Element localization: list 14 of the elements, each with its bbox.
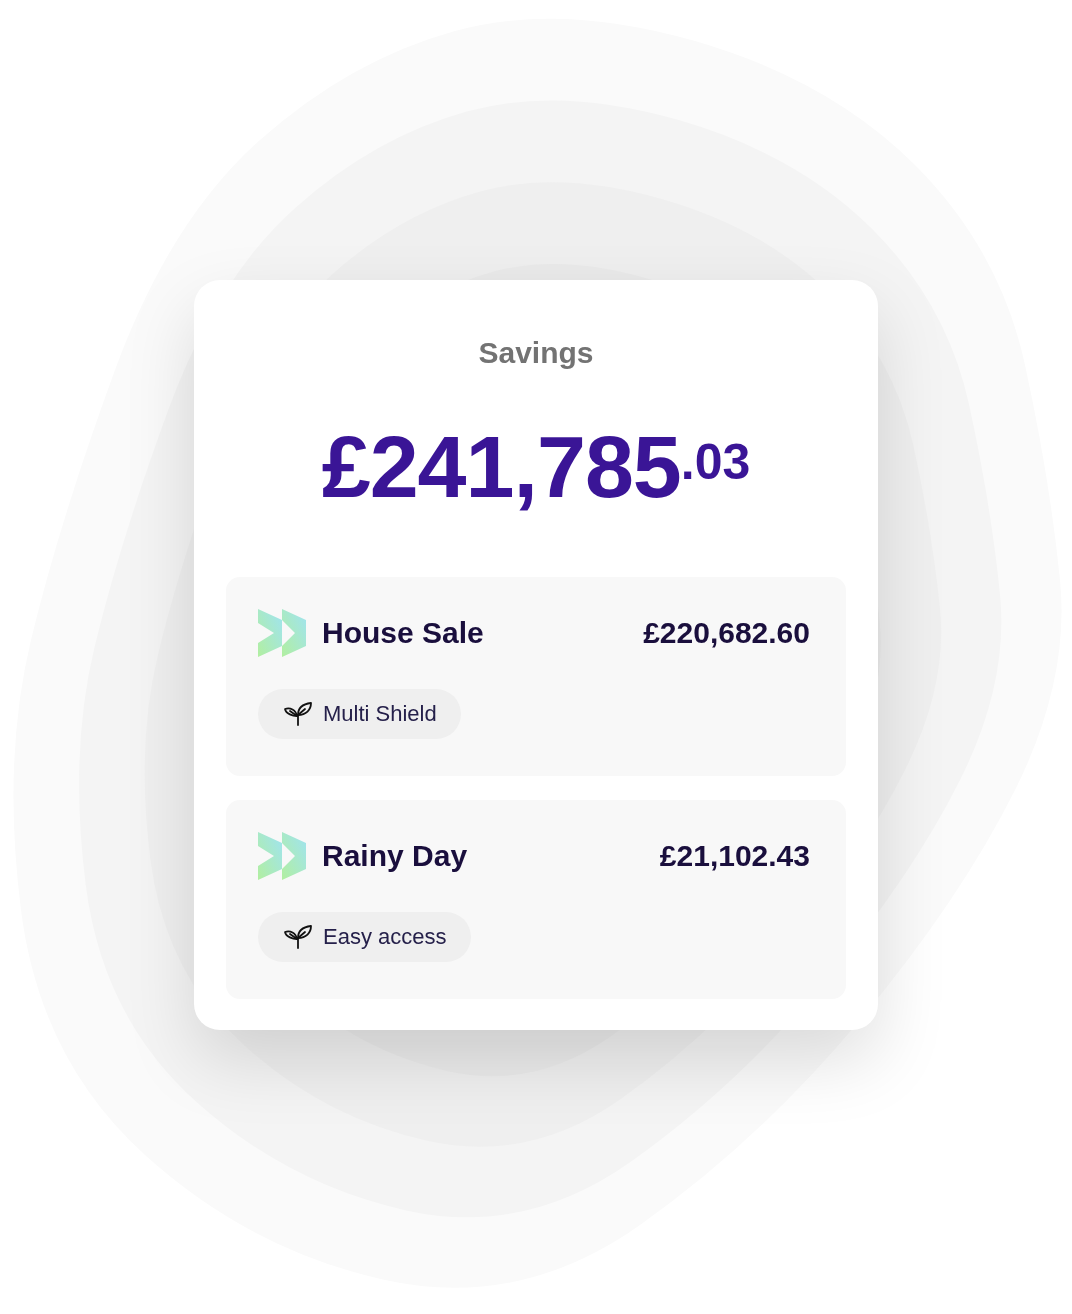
account-panel[interactable]: House Sale £220,682.60 Multi Shield bbox=[226, 577, 846, 776]
tag-label: Multi Shield bbox=[323, 701, 437, 727]
total-amount: £241,785$^{.03}$ bbox=[321, 423, 751, 511]
account-balance: £21,102.43 bbox=[659, 839, 810, 873]
double-chevron-icon bbox=[258, 609, 306, 657]
account-name: House Sale bbox=[322, 616, 484, 650]
sprout-icon bbox=[283, 702, 313, 726]
sprout-icon bbox=[283, 925, 313, 949]
card-title: Savings bbox=[478, 335, 594, 371]
account-balance: £220,682.60 bbox=[643, 616, 810, 650]
tag-label: Easy access bbox=[323, 924, 447, 950]
account-name: Rainy Day bbox=[322, 839, 468, 873]
double-chevron-icon bbox=[258, 832, 306, 880]
account-panel[interactable]: Rainy Day £21,102.43 Easy access bbox=[226, 800, 846, 999]
